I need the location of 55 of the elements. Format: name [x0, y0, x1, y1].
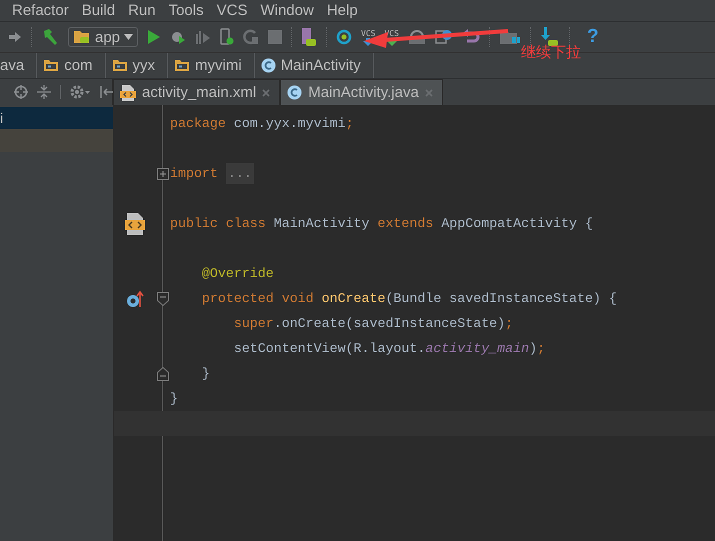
- forward-arrow-icon[interactable]: [8, 31, 22, 43]
- collapse-fold-icon[interactable]: [157, 292, 169, 306]
- folder-icon: [43, 59, 60, 72]
- breadcrumb-item[interactable]: MainActivity: [254, 53, 374, 78]
- tree-item[interactable]: i: [0, 107, 113, 129]
- hammer-icon[interactable]: [41, 28, 59, 46]
- menu-item[interactable]: Tools: [168, 1, 204, 20]
- android-folder-icon: [73, 30, 91, 44]
- play-icon[interactable]: [147, 29, 162, 45]
- caret-icon: [124, 34, 134, 40]
- revert-icon[interactable]: [462, 29, 480, 45]
- class-icon: [260, 58, 276, 73]
- menu-item[interactable]: Help: [326, 1, 358, 20]
- menu-item[interactable]: Build: [82, 1, 116, 20]
- settings-icon[interactable]: [70, 85, 90, 99]
- editor-tab[interactable]: MainActivity.java: [280, 79, 443, 105]
- help-button[interactable]: ?: [586, 26, 599, 48]
- clock-icon[interactable]: [434, 29, 453, 45]
- code-line: super.onCreate(savedInstanceState);: [232, 316, 514, 331]
- code-line: setContentView(R.layout.activity_main);: [232, 341, 546, 356]
- layout-file-icon[interactable]: [124, 212, 146, 236]
- breadcrumb-item[interactable]: ava: [0, 53, 38, 78]
- class-icon: [287, 85, 302, 100]
- override-icon[interactable]: [126, 290, 144, 308]
- code-line: @Override: [200, 266, 274, 281]
- code-line: }: [170, 391, 178, 406]
- code-line: protected void onCreate(Bundle savedInstanceState) {: [200, 291, 617, 306]
- collapse-all-icon[interactable]: [37, 85, 51, 99]
- avd-manager-icon[interactable]: [301, 27, 318, 47]
- folder-icon: [174, 59, 190, 72]
- menu-item[interactable]: Window: [260, 1, 314, 20]
- stop-icon[interactable]: [268, 30, 282, 44]
- annotation-text: 继续下拉: [521, 43, 581, 62]
- expand-fold-icon[interactable]: [157, 168, 169, 180]
- breadcrumb-item[interactable]: com: [37, 53, 106, 78]
- breadcrumb-item[interactable]: yyx: [106, 53, 168, 78]
- xml-file-icon: [120, 84, 136, 102]
- crosshair-icon[interactable]: [14, 85, 28, 99]
- editor-tab[interactable]: activity_main.xml: [113, 79, 280, 105]
- close-icon[interactable]: [262, 88, 270, 96]
- code-line: package com.yyx.myvimi;: [170, 116, 354, 131]
- bug-icon[interactable]: [170, 29, 186, 45]
- menu-item[interactable]: VCS: [216, 1, 248, 20]
- menu-item[interactable]: Run: [128, 1, 156, 20]
- code-line: import ...: [170, 166, 254, 181]
- breadcrumb-item[interactable]: myvimi: [168, 53, 255, 78]
- code-line: }: [200, 366, 210, 381]
- hide-panel-icon[interactable]: [99, 85, 113, 99]
- menu-item[interactable]: Refactor: [12, 1, 69, 20]
- code-line: public class MainActivity extends AppCompatActivity {: [170, 216, 593, 231]
- fold-end-icon[interactable]: [157, 366, 169, 380]
- coverage-icon[interactable]: [195, 29, 212, 45]
- run-config-dropdown[interactable]: app: [68, 27, 138, 47]
- folder-icon: [112, 59, 128, 72]
- sync-icon[interactable]: [336, 29, 352, 45]
